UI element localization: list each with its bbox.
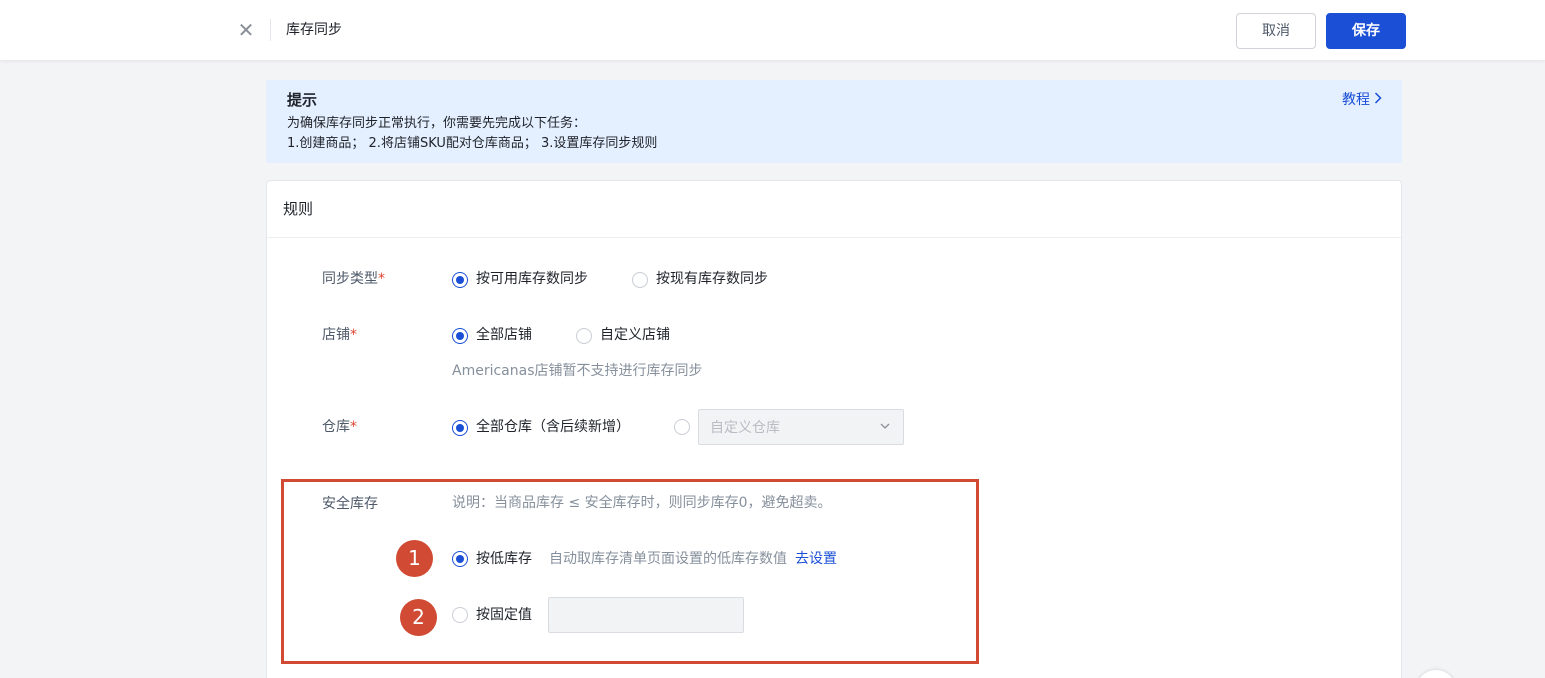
card-title: 规则 (283, 200, 314, 218)
required-mark: * (378, 271, 385, 287)
tip-banner: 提示 为确保库存同步正常执行，你需要先完成以下任务： 1.创建商品； 2.将店铺… (266, 80, 1402, 163)
store-label: 店铺* (322, 325, 357, 345)
option-sync-onhand[interactable]: 按现有库存数同步 (656, 269, 768, 289)
tip-title: 提示 (287, 91, 318, 109)
tip-text-line2: 1.创建商品； 2.将店铺SKU配对仓库商品； 3.设置库存同步规则 (287, 136, 658, 151)
top-bar: ✕ 库存同步 取消 保存 (0, 0, 1545, 60)
tutorial-link[interactable]: 教程 (1342, 90, 1382, 110)
annotation-marker-1: 1 (396, 540, 433, 577)
tutorial-label: 教程 (1342, 92, 1370, 108)
radio-sync-available[interactable] (452, 272, 468, 288)
page-title: 库存同步 (286, 22, 342, 38)
radio-custom-warehouse[interactable] (674, 419, 690, 435)
warehouse-label: 仓库* (322, 417, 357, 437)
radio-all-stores[interactable] (452, 328, 468, 344)
store-note: Americanas店铺暂不支持进行库存同步 (452, 363, 703, 379)
option-sync-available[interactable]: 按可用库存数同步 (476, 269, 588, 289)
custom-warehouse-select[interactable]: 自定义仓库 (698, 409, 904, 445)
highlight-box (281, 479, 979, 664)
cancel-button[interactable]: 取消 (1236, 13, 1316, 49)
chevron-down-icon (879, 420, 891, 432)
option-all-warehouses[interactable]: 全部仓库（含后续新增） (476, 417, 630, 437)
save-button[interactable]: 保存 (1326, 13, 1406, 49)
divider (270, 19, 271, 41)
option-all-stores[interactable]: 全部店铺 (476, 325, 532, 345)
radio-all-warehouses[interactable] (452, 420, 468, 436)
store-label-text: 店铺 (322, 327, 350, 343)
required-mark: * (350, 327, 357, 343)
required-mark: * (350, 419, 357, 435)
tip-text-line1: 为确保库存同步正常执行，你需要先完成以下任务： (287, 116, 587, 131)
floating-help-button[interactable] (1416, 670, 1456, 678)
radio-sync-onhand[interactable] (632, 272, 648, 288)
radio-custom-stores[interactable] (576, 328, 592, 344)
card-header: 规则 (267, 181, 1401, 238)
option-custom-stores[interactable]: 自定义店铺 (600, 325, 670, 345)
select-placeholder: 自定义仓库 (710, 420, 780, 436)
warehouse-label-text: 仓库 (322, 419, 350, 435)
annotation-marker-2: 2 (400, 599, 437, 636)
close-icon[interactable]: ✕ (234, 18, 258, 42)
sync-type-label-text: 同步类型 (322, 271, 378, 287)
sync-type-label: 同步类型* (322, 269, 385, 289)
chevron-right-icon (1374, 90, 1382, 110)
